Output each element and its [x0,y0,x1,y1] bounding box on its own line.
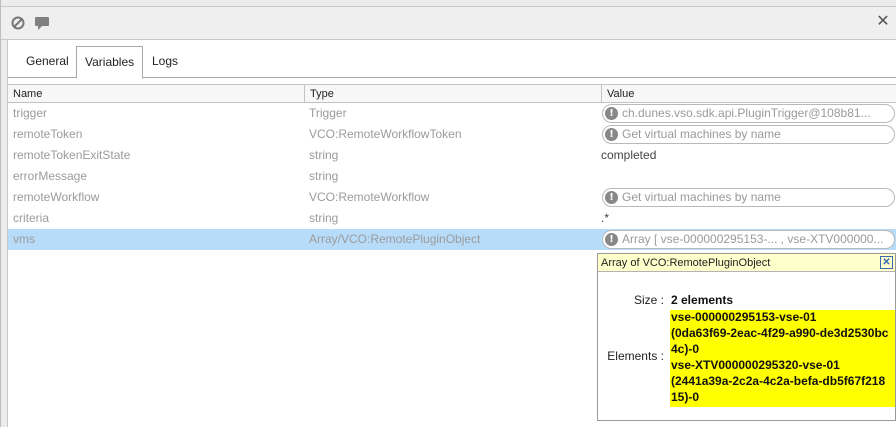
variable-name: errorMessage [13,169,88,183]
tab-logs[interactable]: Logs [144,46,186,79]
popup-title: Array of VCO:RemotePluginObject [601,257,771,269]
variable-value-text: Get virtual machines by name [622,127,781,141]
table-row-selected[interactable]: vms Array/VCO:RemotePluginObject ! Array… [8,229,896,250]
variable-value[interactable]: completed [596,145,892,166]
popup-close-icon[interactable]: ✕ [880,256,893,269]
column-header-name[interactable]: Name [8,85,305,103]
table-row[interactable]: remoteWorkflow VCO:RemoteWorkflow ! Get … [8,187,896,208]
disable-icon[interactable] [10,15,26,31]
variable-type: Trigger [309,106,347,120]
variable-value-text: Array [ vse-000000295153-... , vse-XTV00… [622,232,884,246]
variable-value[interactable]: ! ch.dunes.vso.sdk.api.PluginTrigger@108… [602,104,895,123]
table-row[interactable]: remoteTokenExitState string completed [8,145,896,166]
comment-icon[interactable] [34,15,50,31]
variable-type: string [309,148,339,162]
variable-value[interactable]: ! Get virtual machines by name [602,188,895,207]
variable-name: trigger [13,106,48,120]
info-icon: ! [605,128,618,141]
variable-value[interactable]: ! Get virtual machines by name [602,125,895,144]
column-header-type[interactable]: Type [305,85,602,103]
variable-name: remoteToken [13,127,83,141]
variable-value[interactable]: .* [596,208,892,229]
toolbar: ✕ [1,6,896,40]
tab-general[interactable]: General [18,46,77,79]
table-row[interactable]: trigger Trigger ! ch.dunes.vso.sdk.api.P… [8,103,896,124]
element-line: vse-000000295153-vse-01 [671,310,817,324]
popup-header: Array of VCO:RemotePluginObject ✕ [598,254,895,272]
close-icon[interactable]: ✕ [875,14,891,30]
elements-label: Elements : [607,349,664,363]
variable-type: string [309,211,339,225]
element-line: (2441a39a-2c2a-4c2a-befa-db5f67f218 [671,374,886,388]
array-value-popup: Array of VCO:RemotePluginObject ✕ Size :… [597,253,896,421]
window-frame: ✕ General Variables Logs Name Type Value… [0,0,896,427]
table-row[interactable]: remoteToken VCO:RemoteWorkflowToken ! Ge… [8,124,896,145]
variable-type: VCO:RemoteWorkflow [309,190,430,204]
variable-value-text: Get virtual machines by name [622,190,781,204]
element-line: (0da63f69-2eac-4f29-a990-de3d2530bc [671,326,889,340]
element-line: vse-XTV000000295320-vse-01 [671,358,840,372]
variable-name: criteria [13,211,50,225]
column-header-value[interactable]: Value [602,85,896,103]
element-line: 4c)-0 [671,342,700,356]
variable-type: VCO:RemoteWorkflowToken [309,127,462,141]
tab-variables[interactable]: Variables [76,46,144,79]
variable-type: string [309,169,339,183]
table-row[interactable]: criteria string .* [8,208,896,229]
table-header: Name Type Value [8,84,896,103]
table-row[interactable]: errorMessage string [8,166,896,187]
variable-name: vms [13,232,35,246]
element-line: 15)-0 [671,390,700,404]
variable-type: Array/VCO:RemotePluginObject [309,232,481,246]
info-icon: ! [605,233,618,246]
variable-value[interactable]: ! Array [ vse-000000295153-... , vse-XTV… [602,230,895,249]
variable-value-text: ch.dunes.vso.sdk.api.PluginTrigger@108b8… [622,106,871,120]
variable-name: remoteWorkflow [13,190,100,204]
tab-bar: General Variables Logs [8,40,896,79]
size-label: Size : [633,293,664,307]
variable-name: remoteTokenExitState [13,148,131,162]
info-icon: ! [605,191,618,204]
size-value: 2 elements [671,293,734,307]
variable-value[interactable] [596,166,892,187]
elements-value[interactable]: vse-000000295153-vse-01 (0da63f69-2eac-4… [670,310,895,407]
info-icon: ! [605,107,618,120]
